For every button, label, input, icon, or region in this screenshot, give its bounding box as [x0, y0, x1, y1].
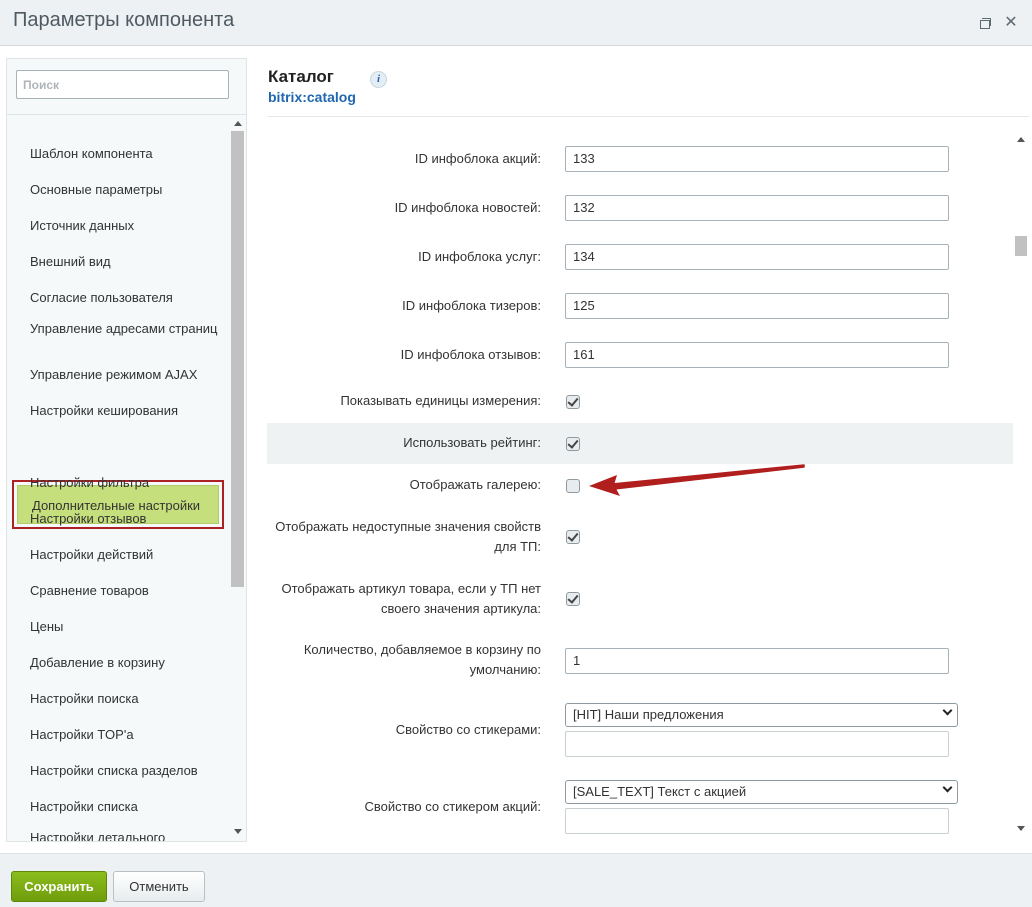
show-article-label-line2: своего значения артикула:	[380, 601, 541, 616]
show-unavailable-checkbox[interactable]	[566, 530, 580, 544]
sidebar-item-appearance[interactable]: Внешний вид	[30, 254, 220, 269]
scroll-down-icon[interactable]	[1017, 826, 1025, 831]
stickers-prop-label: Свойство со стикерами:	[395, 722, 541, 737]
row-hover-highlight	[267, 423, 1013, 464]
show-unavailable-label-line1: Отображать недоступные значения свойств	[275, 519, 541, 534]
sidebar-item-section-list[interactable]: Настройки списка разделов	[30, 763, 220, 778]
reviews-iblock-input[interactable]: 161	[565, 342, 949, 368]
use-rating-checkbox[interactable]	[566, 437, 580, 451]
scroll-down-icon[interactable]	[234, 829, 242, 834]
promo-sticker-prop-label: Свойство со стикером акций:	[364, 799, 541, 814]
scrollbar-thumb[interactable]	[1015, 236, 1027, 256]
component-title: Каталог	[268, 67, 334, 86]
use-rating-label: Использовать рейтинг:	[403, 435, 541, 450]
dialog-footer: Сохранить Отменить	[0, 853, 1032, 907]
sidebar-item-caching[interactable]: Настройки кеширования	[30, 403, 220, 418]
promo-iblock-input[interactable]: 133	[565, 146, 949, 172]
info-icon[interactable]: i	[370, 71, 387, 88]
stickers-prop-select[interactable]: [HIT] Наши предложения	[565, 703, 958, 727]
show-unavailable-label-line2: для ТП:	[494, 539, 541, 554]
reviews-iblock-label: ID инфоблока отзывов:	[400, 347, 541, 362]
window-titlebar: Параметры компонента ✕	[0, 0, 1032, 46]
settings-form: ID инфоблока акций: 133 ID инфоблока нов…	[267, 130, 1013, 840]
sidebar-item-list[interactable]: Настройки списка	[30, 799, 220, 814]
sidebar-item-user-consent[interactable]: Согласие пользователя	[30, 290, 220, 305]
scroll-up-icon[interactable]	[234, 121, 242, 126]
chevron-down-icon	[942, 782, 953, 793]
form-scrollbar[interactable]	[1014, 130, 1029, 837]
sidebar-item-compare[interactable]: Сравнение товаров	[30, 583, 220, 598]
sidebar-item-search[interactable]: Настройки поиска	[30, 691, 220, 706]
settings-sidebar: Шаблон компонента Основные параметры Ист…	[6, 58, 247, 842]
services-iblock-label: ID инфоблока услуг:	[418, 249, 541, 264]
sidebar-item-page-urls[interactable]: Управление адресами страниц	[30, 321, 220, 336]
show-gallery-label: Отображать галерею:	[409, 477, 541, 492]
promo-sticker-prop-select[interactable]: [SALE_TEXT] Текст с акцией	[565, 780, 958, 804]
show-units-checkbox[interactable]	[566, 395, 580, 409]
services-iblock-input[interactable]: 134	[565, 244, 949, 270]
sidebar-scrollbar[interactable]	[231, 117, 245, 841]
stickers-prop-extra-input[interactable]	[565, 731, 949, 757]
basket-qty-input[interactable]: 1	[565, 648, 949, 674]
show-gallery-checkbox[interactable]	[566, 479, 580, 493]
header-divider	[268, 116, 1029, 117]
restore-window-icon[interactable]	[977, 16, 991, 30]
sidebar-list: Шаблон компонента Основные параметры Ист…	[7, 117, 232, 841]
news-iblock-label: ID инфоблока новостей:	[394, 200, 541, 215]
promo-iblock-label: ID инфоблока акций:	[414, 151, 541, 166]
promo-sticker-prop-extra-input[interactable]	[565, 808, 949, 834]
show-article-label-line1: Отображать артикул товара, если у ТП нет	[281, 581, 541, 596]
cancel-button[interactable]: Отменить	[113, 871, 205, 902]
scrollbar-thumb[interactable]	[231, 131, 244, 587]
teasers-iblock-input[interactable]: 125	[565, 293, 949, 319]
sidebar-item-main-params[interactable]: Основные параметры	[30, 182, 220, 197]
basket-qty-label-line1: Количество, добавляемое в корзину по	[303, 642, 541, 657]
sidebar-item-filter[interactable]: Настройки фильтра	[30, 475, 220, 490]
sidebar-item-add-to-basket[interactable]: Добавление в корзину	[30, 655, 220, 670]
component-code: bitrix:catalog	[268, 89, 356, 105]
show-units-label: Показывать единицы измерения:	[340, 393, 541, 408]
sidebar-item-reviews[interactable]: Настройки отзывов	[30, 511, 220, 526]
window-title: Параметры компонента	[13, 9, 235, 31]
teasers-iblock-label: ID инфоблока тизеров:	[402, 298, 541, 313]
sidebar-divider	[7, 114, 246, 115]
promo-sticker-prop-selected: [SALE_TEXT] Текст с акцией	[573, 784, 747, 799]
stickers-prop-selected: [HIT] Наши предложения	[573, 707, 724, 722]
show-article-checkbox[interactable]	[566, 592, 580, 606]
basket-qty-label-line2: умолчанию:	[469, 662, 541, 677]
sidebar-item-top[interactable]: Настройки TOP'а	[30, 727, 220, 742]
save-button[interactable]: Сохранить	[11, 871, 107, 902]
search-input[interactable]	[16, 70, 229, 99]
close-icon[interactable]: ✕	[1004, 15, 1018, 31]
sidebar-item-actions[interactable]: Настройки действий	[30, 547, 220, 562]
sidebar-item-data-source[interactable]: Источник данных	[30, 218, 220, 233]
news-iblock-input[interactable]: 132	[565, 195, 949, 221]
scroll-up-icon[interactable]	[1017, 137, 1025, 142]
sidebar-item-prices[interactable]: Цены	[30, 619, 220, 634]
sidebar-item-ajax-mode[interactable]: Управление режимом AJAX	[30, 367, 220, 382]
chevron-down-icon	[942, 705, 953, 716]
sidebar-item-detail[interactable]: Настройки детального	[30, 830, 220, 841]
sidebar-item-template[interactable]: Шаблон компонента	[30, 146, 220, 161]
